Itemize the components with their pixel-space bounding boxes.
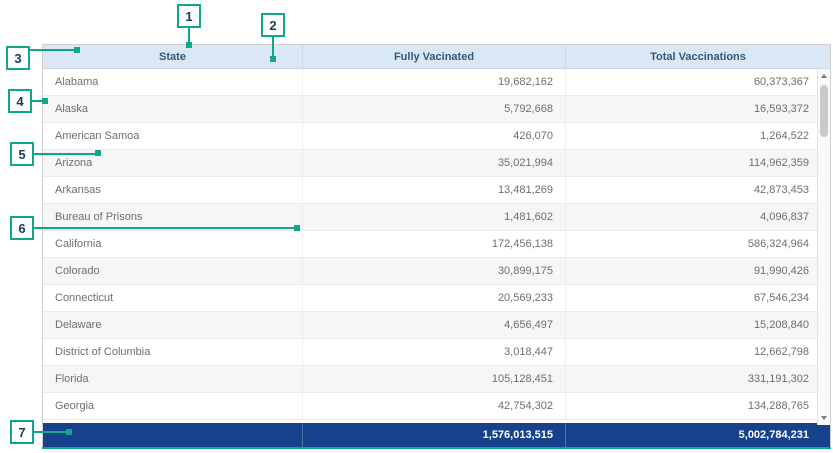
total-state-cell [43,423,303,447]
scroll-up-button[interactable] [818,69,830,83]
state-cell: Georgia [43,393,303,419]
callout-3-badge: 3 [6,46,30,70]
table-row[interactable]: District of Columbia 3,018,447 12,662,79… [43,339,830,366]
table-row[interactable]: Delaware 4,656,497 15,208,840 [43,312,830,339]
fully-vaccinated-cell: 1,481,602 [303,204,566,230]
table-row[interactable]: Georgia 42,754,302 134,288,765 [43,393,830,420]
callout-3-line [30,49,76,51]
table-row[interactable]: Connecticut 20,569,233 67,546,234 [43,285,830,312]
callout-2-badge: 2 [261,13,285,37]
table-row[interactable]: Arizona 35,021,994 114,962,359 [43,150,830,177]
table-row[interactable]: Alaska 5,792,668 16,593,372 [43,96,830,123]
state-cell: American Samoa [43,123,303,149]
callout-4-badge: 4 [8,89,32,113]
callout-6-badge: 6 [10,216,34,240]
fully-vaccinated-cell: 42,754,302 [303,393,566,419]
callout-6-line [34,227,296,229]
state-cell: California [43,231,303,257]
state-cell: Alaska [43,96,303,122]
callout-4-dot [42,98,48,104]
column-header-total-vaccinations[interactable]: Total Vaccinations [566,45,830,68]
state-cell: District of Columbia [43,339,303,365]
arrow-up-icon [821,74,827,78]
fully-vaccinated-cell: 20,569,233 [303,285,566,311]
state-cell: Delaware [43,312,303,338]
fully-vaccinated-cell: 19,682,162 [303,69,566,95]
callout-5-line [34,153,98,155]
table-header-row: State Fully Vacinated Total Vaccinations [43,45,830,69]
scrollbar-thumb[interactable] [820,85,828,137]
callout-5-badge: 5 [10,142,34,166]
callout-1-badge: 1 [177,4,201,28]
table-row[interactable]: Arkansas 13,481,269 42,873,453 [43,177,830,204]
arrow-down-icon [821,416,827,420]
table-row[interactable]: California 172,456,138 586,324,964 [43,231,830,258]
total-fully-vaccinated-cell: 1,576,013,515 [303,423,566,447]
callout-1-dot [186,42,192,48]
fully-vaccinated-cell: 105,128,451 [303,366,566,392]
table-row[interactable]: Colorado 30,899,175 91,990,426 [43,258,830,285]
fully-vaccinated-cell: 35,021,994 [303,150,566,176]
state-cell: Connecticut [43,285,303,311]
callout-7-dot [66,429,72,435]
total-vaccinations-cell: 1,264,522 [566,123,830,149]
fully-vaccinated-cell: 172,456,138 [303,231,566,257]
total-vaccinations-cell: 586,324,964 [566,231,830,257]
total-vaccinations-cell: 67,546,234 [566,285,830,311]
total-vaccinations-cell: 114,962,359 [566,150,830,176]
column-header-fully-vaccinated[interactable]: Fully Vacinated [303,45,566,68]
fully-vaccinated-cell: 426,070 [303,123,566,149]
state-cell: Alabama [43,69,303,95]
column-header-state[interactable]: State [43,45,303,68]
table-row[interactable]: Florida 105,128,451 331,191,302 [43,366,830,393]
state-cell: Florida [43,366,303,392]
summary-total-row: 1,576,013,515 5,002,784,231 [43,423,830,447]
callout-2-dot [270,56,276,62]
summary-row-underline [42,447,831,449]
total-vaccinations-cell: 60,373,367 [566,69,830,95]
total-vaccinations-cell: 134,288,765 [566,393,830,419]
total-vaccinations-cell: 4,096,837 [566,204,830,230]
attribute-table: State Fully Vacinated Total Vaccinations… [42,44,831,448]
total-vaccinations-cell: 331,191,302 [566,366,830,392]
total-vaccinations-cell: 42,873,453 [566,177,830,203]
scroll-down-button[interactable] [818,411,830,425]
callout-7-badge: 7 [10,420,34,444]
callout-6-dot [294,225,300,231]
callout-5-dot [95,150,101,156]
total-total-vaccinations-cell: 5,002,784,231 [566,423,830,447]
vertical-scrollbar[interactable] [817,69,830,425]
table-body: Alabama 19,682,162 60,373,367 Alaska 5,7… [43,69,830,425]
table-row[interactable]: Alabama 19,682,162 60,373,367 [43,69,830,96]
callout-7-line [34,431,70,433]
fully-vaccinated-cell: 30,899,175 [303,258,566,284]
total-vaccinations-cell: 91,990,426 [566,258,830,284]
fully-vaccinated-cell: 5,792,668 [303,96,566,122]
total-vaccinations-cell: 15,208,840 [566,312,830,338]
table-row[interactable]: American Samoa 426,070 1,264,522 [43,123,830,150]
fully-vaccinated-cell: 4,656,497 [303,312,566,338]
annotated-table-screenshot: State Fully Vacinated Total Vaccinations… [0,0,833,453]
state-cell: Colorado [43,258,303,284]
fully-vaccinated-cell: 3,018,447 [303,339,566,365]
callout-3-dot [74,47,80,53]
fully-vaccinated-cell: 13,481,269 [303,177,566,203]
total-vaccinations-cell: 16,593,372 [566,96,830,122]
total-vaccinations-cell: 12,662,798 [566,339,830,365]
state-cell: Arkansas [43,177,303,203]
